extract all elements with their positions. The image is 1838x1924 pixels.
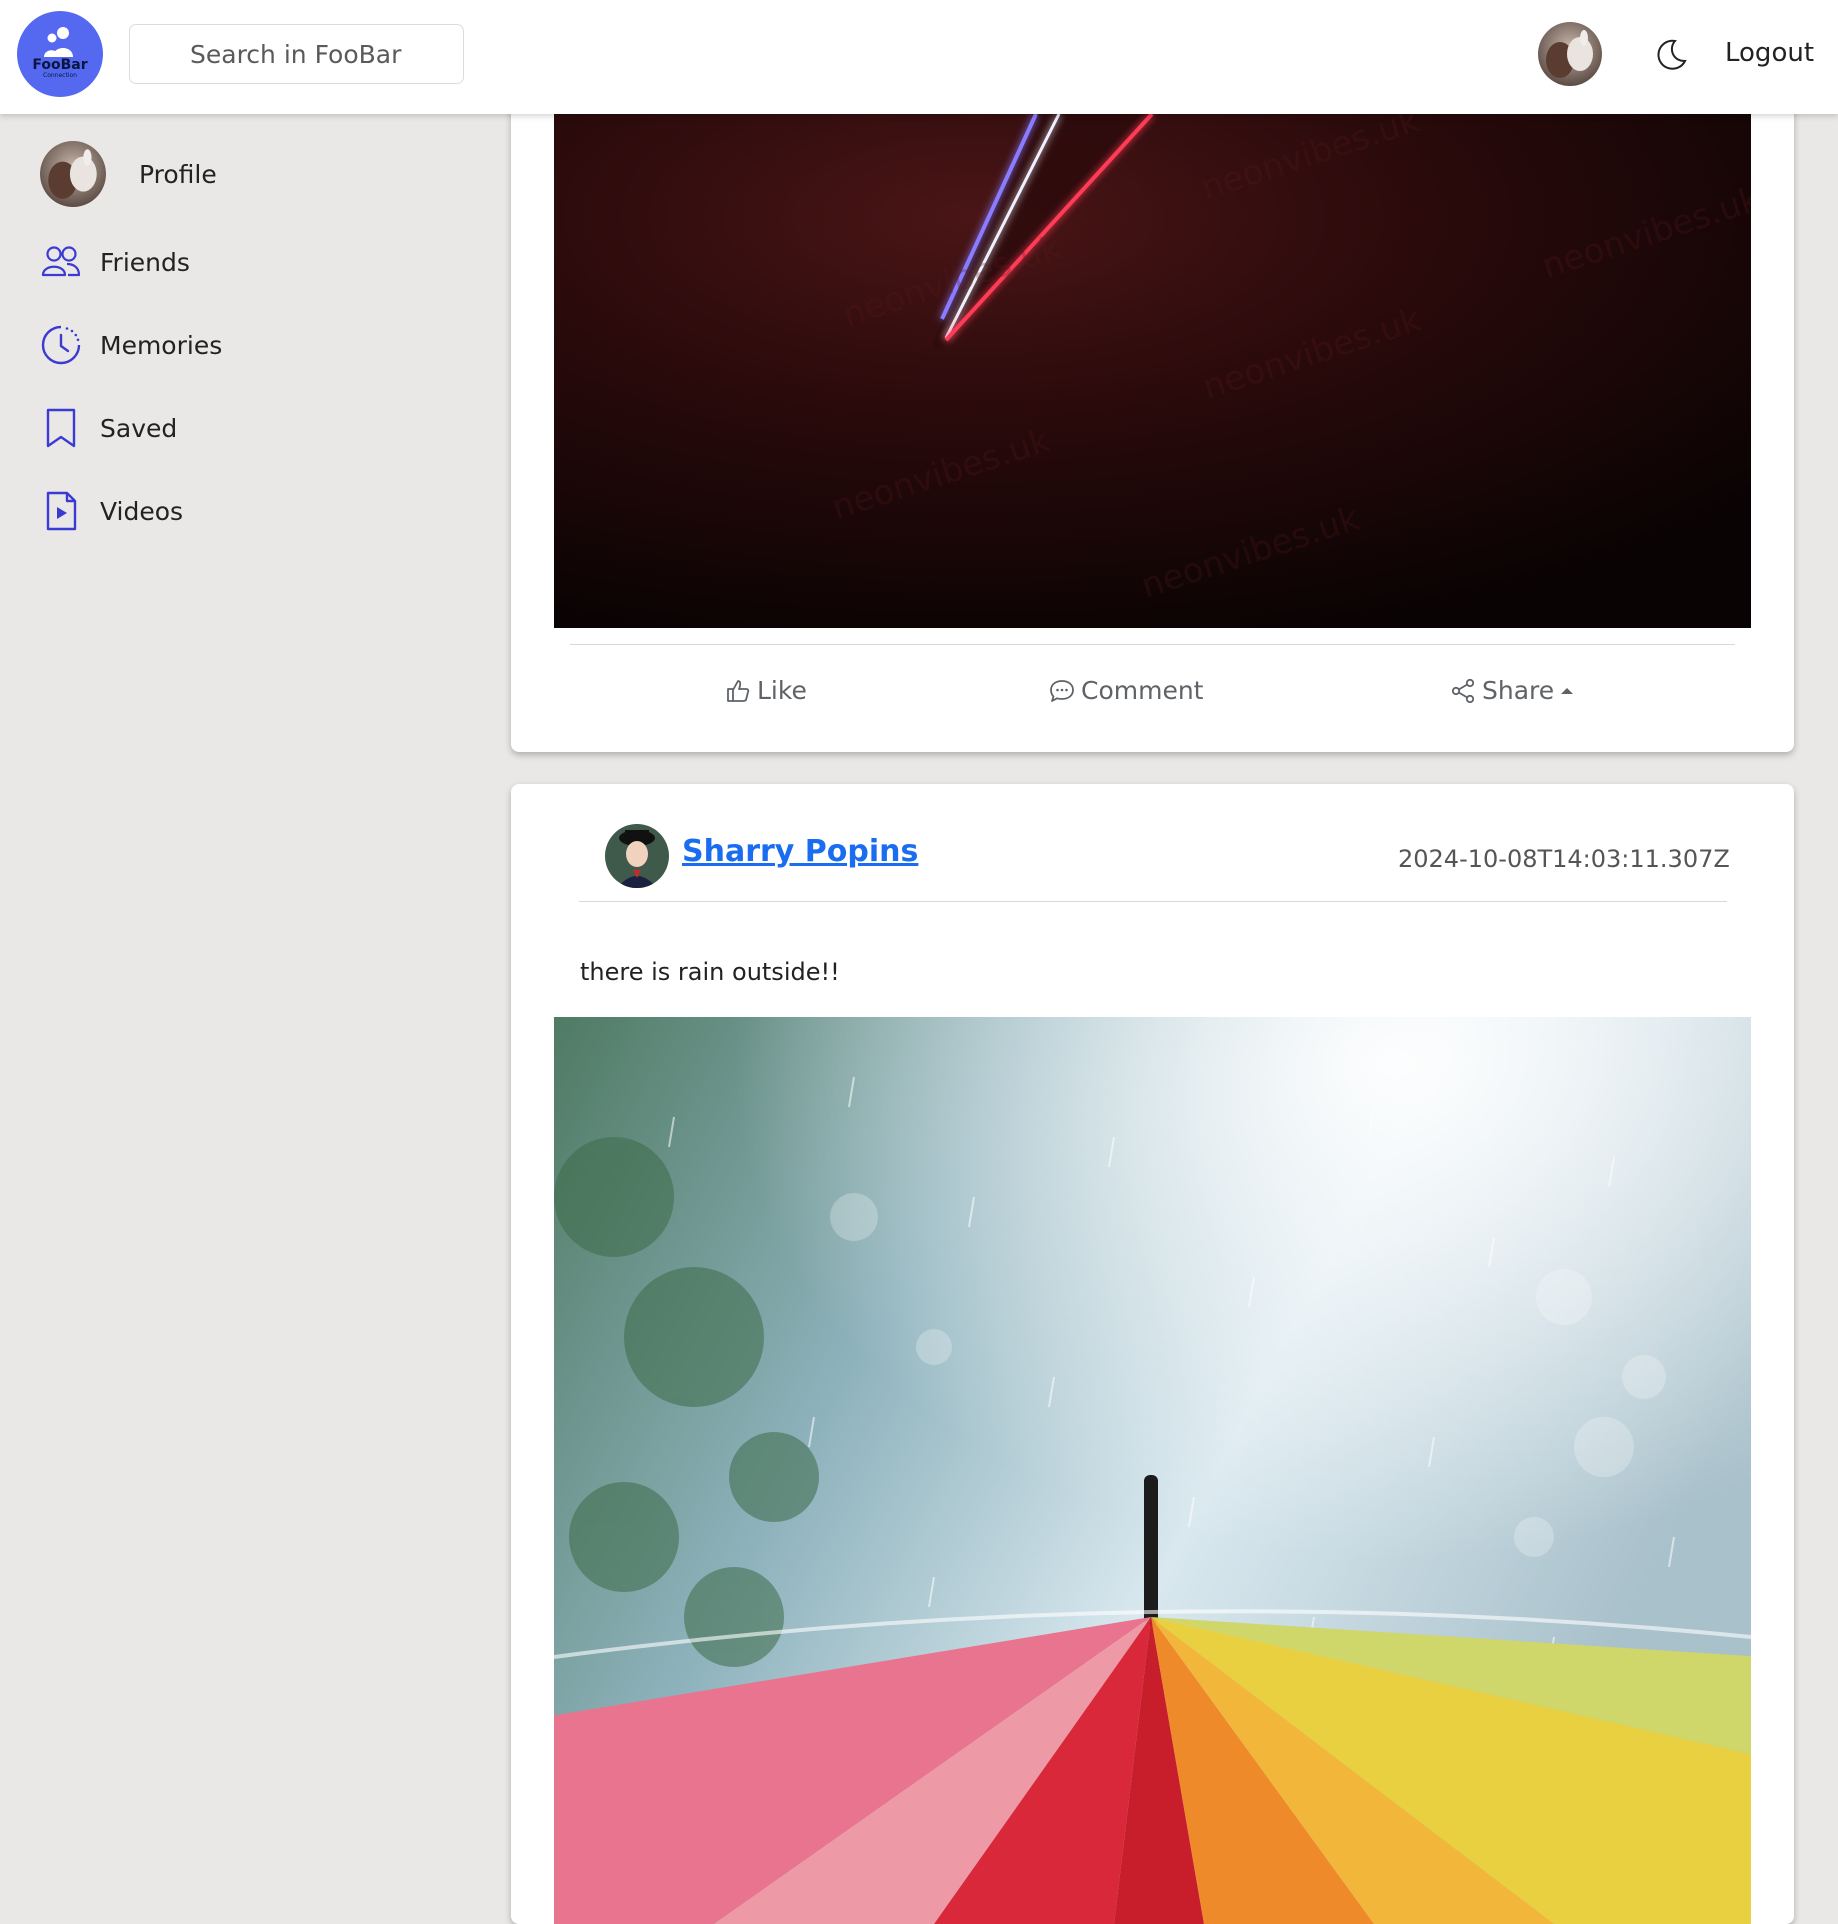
sidebar-item-friends[interactable]: Friends: [40, 241, 190, 283]
friends-icon: [41, 246, 81, 277]
post-image[interactable]: [554, 1017, 1751, 1924]
comment-icon: [1050, 679, 1074, 702]
post-image[interactable]: neonvibes.uk neonvibes.uk neonvibes.uk n…: [554, 114, 1751, 628]
comment-label: Comment: [1081, 676, 1204, 705]
caret-up-icon: [1561, 687, 1574, 694]
avatar: [40, 141, 106, 207]
logout-button[interactable]: Logout: [1725, 38, 1814, 68]
sidebar-item-profile[interactable]: Profile: [40, 141, 217, 207]
bookmark-icon: [46, 408, 76, 448]
sidebar-item-label: Friends: [100, 247, 190, 277]
foobar-logo[interactable]: FooBar Connection: [17, 11, 103, 97]
sidebar-item-label: Profile: [139, 159, 217, 189]
like-label: Like: [757, 676, 807, 705]
author-avatar[interactable]: [605, 824, 669, 888]
divider: [570, 644, 1735, 645]
people-logo-icon: [44, 26, 73, 57]
thumbs-up-icon: [727, 679, 750, 702]
post-timestamp: 2024-10-08T14:03:11.307Z: [1398, 845, 1730, 873]
sidebar-item-label: Memories: [100, 330, 223, 360]
user-avatar[interactable]: [1538, 22, 1602, 86]
search-input[interactable]: [129, 24, 464, 84]
share-icon: [1451, 678, 1475, 703]
share-button[interactable]: Share: [1450, 676, 1580, 705]
logo-title: FooBar: [32, 56, 88, 73]
post-text: there is rain outside!!: [580, 958, 840, 986]
share-label: Share: [1482, 676, 1555, 705]
sidebar-item-label: Videos: [100, 496, 184, 526]
sidebar-item-saved[interactable]: Saved: [40, 407, 177, 449]
post-card: Sharry Popins 2024-10-08T14:03:11.307Z t…: [511, 784, 1794, 1924]
sidebar-item-memories[interactable]: Memories: [40, 324, 222, 366]
divider: [579, 901, 1727, 902]
post-card: neonvibes.uk neonvibes.uk neonvibes.uk n…: [511, 60, 1794, 752]
sidebar-item-videos[interactable]: Videos: [40, 490, 183, 532]
logo-subtitle: Connection: [43, 71, 77, 79]
top-navbar: FooBar Connection Logout: [0, 0, 1838, 114]
like-button[interactable]: Like: [725, 676, 807, 705]
moon-icon[interactable]: [1653, 37, 1689, 73]
sidebar-item-label: Saved: [100, 413, 178, 443]
author-name-link[interactable]: Sharry Popins: [682, 834, 918, 869]
video-file-icon: [46, 491, 77, 531]
comment-button[interactable]: Comment: [1049, 676, 1204, 705]
clock-icon: [41, 325, 81, 365]
